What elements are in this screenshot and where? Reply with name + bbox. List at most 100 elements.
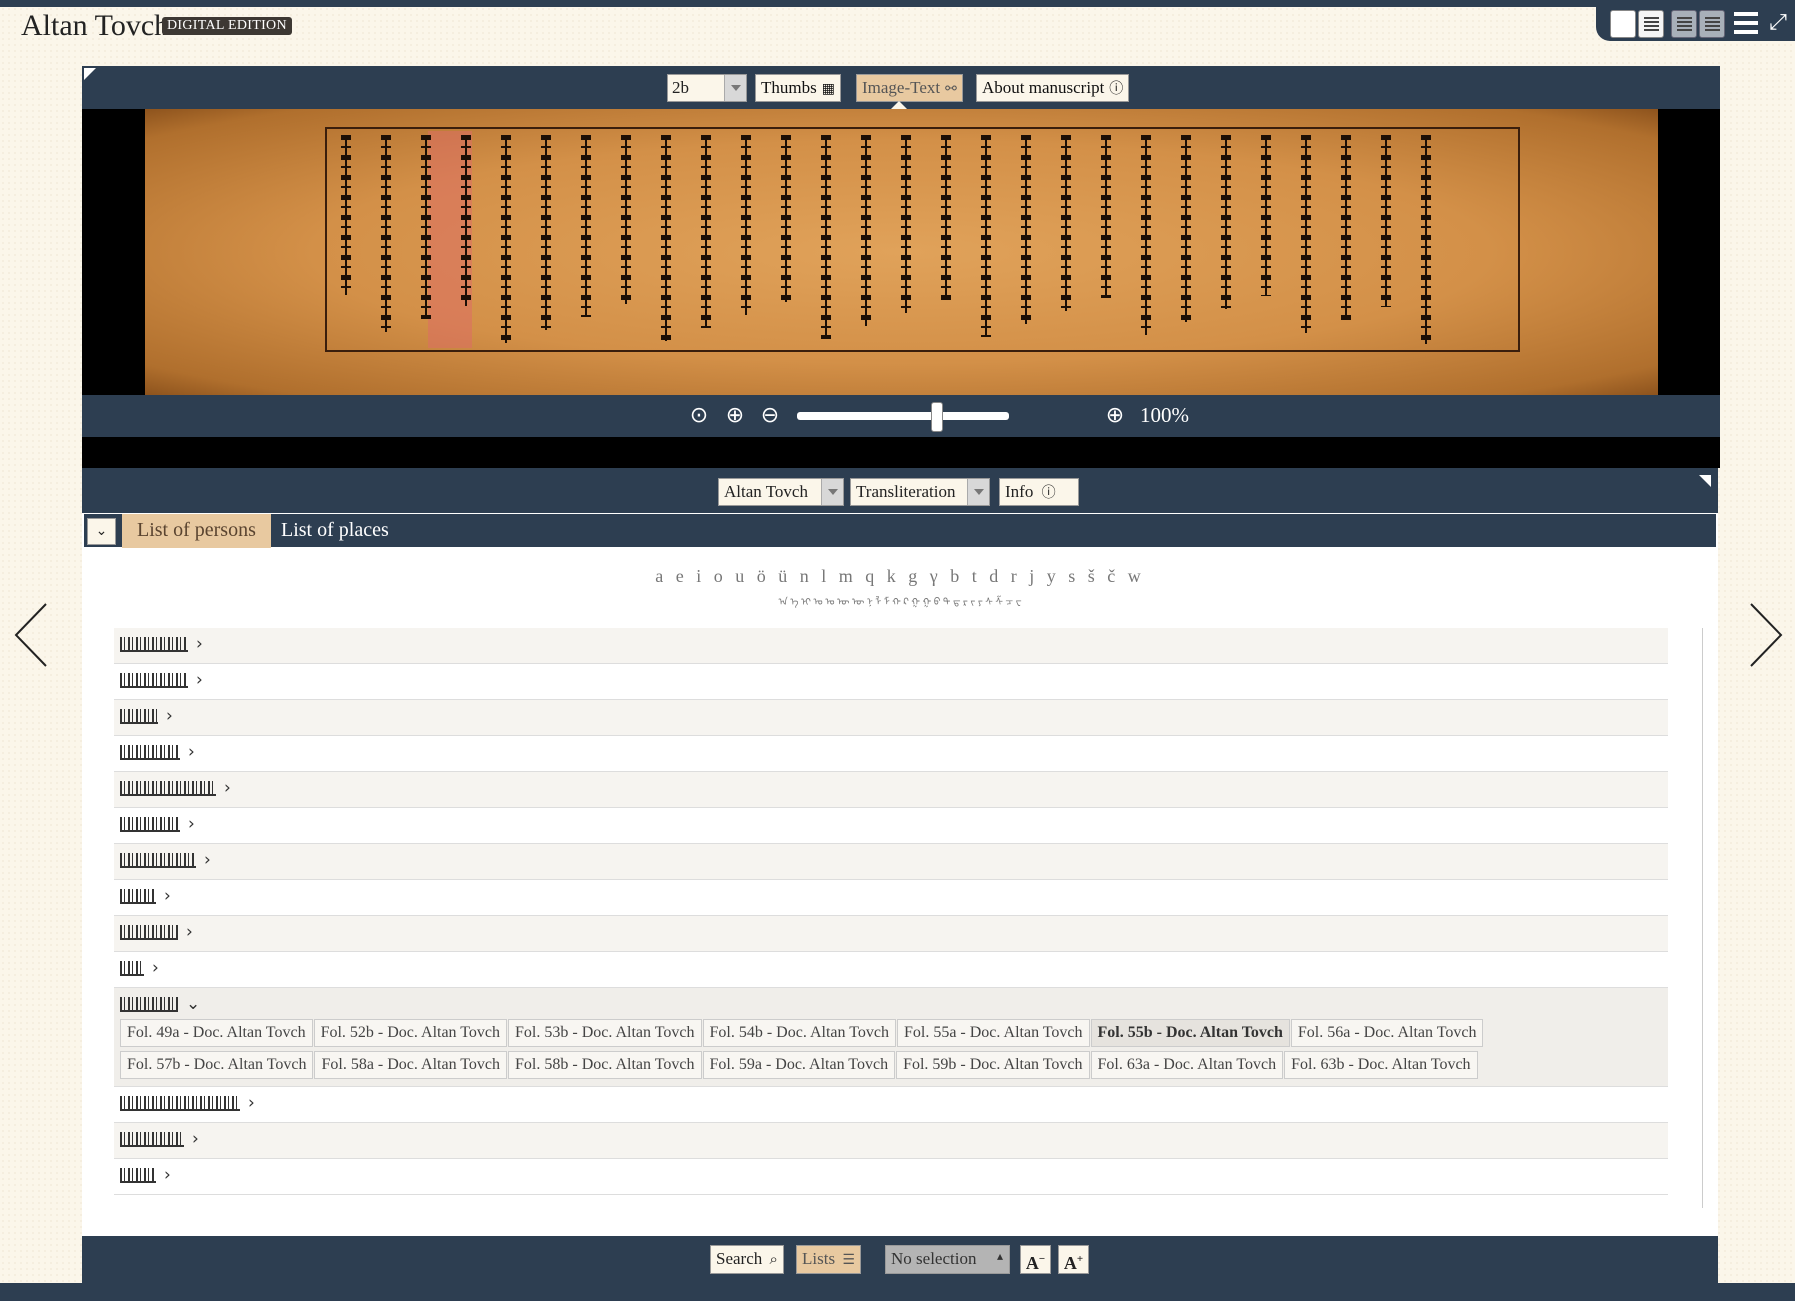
folio-link[interactable]: Fol. 55b - Doc. Altan Tovch: [1090, 1019, 1290, 1047]
person-row[interactable]: ›: [114, 844, 1668, 880]
document-select[interactable]: Altan Tovch: [718, 478, 844, 506]
page-select[interactable]: 2b: [667, 74, 747, 102]
chevron-right-icon[interactable]: ›: [192, 1129, 199, 1149]
view-image-text-button[interactable]: [1638, 10, 1664, 38]
zoom-level: 100%: [1140, 403, 1189, 427]
view-image-only-button[interactable]: [1610, 10, 1636, 38]
font-increase-button[interactable]: A+: [1058, 1245, 1089, 1274]
about-manuscript-button[interactable]: About manuscript ⓘ: [976, 74, 1130, 102]
lists-button[interactable]: Lists ☰: [796, 1245, 861, 1274]
chevron-right-icon[interactable]: ›: [166, 706, 173, 726]
chevron-right-icon[interactable]: ›: [164, 886, 171, 906]
mode-select[interactable]: Transliteration: [850, 478, 990, 506]
person-row[interactable]: ›: [114, 1159, 1668, 1195]
thumbs-button[interactable]: Thumbs ▦: [755, 74, 841, 102]
person-name-script: [120, 817, 180, 832]
panel-resize-handle[interactable]: [1699, 475, 1711, 487]
script-column: [861, 135, 871, 326]
zoom-out-icon[interactable]: ⊖: [757, 403, 783, 429]
script-column: [981, 135, 991, 337]
next-page-arrow-icon[interactable]: [1745, 600, 1785, 670]
folio-link[interactable]: Fol. 52b - Doc. Altan Tovch: [313, 1019, 508, 1047]
script-column: [581, 135, 591, 317]
zoom-fit-icon[interactable]: ⊕: [722, 403, 748, 429]
view-text-text-button[interactable]: [1699, 10, 1725, 38]
document-select-value: Altan Tovch: [724, 482, 808, 501]
previous-page-arrow-icon[interactable]: [12, 600, 52, 670]
dropdown-arrow-icon: [724, 75, 746, 101]
folio-link[interactable]: Fol. 63a - Doc. Altan Tovch: [1090, 1051, 1284, 1079]
person-row[interactable]: ›: [114, 808, 1668, 844]
folio-link[interactable]: Fol. 56a - Doc. Altan Tovch: [1290, 1019, 1484, 1047]
script-column: [941, 135, 951, 300]
chevron-right-icon[interactable]: ›: [196, 634, 203, 654]
script-column: [541, 135, 551, 330]
folio-link[interactable]: Fol. 59a - Doc. Altan Tovch: [702, 1051, 896, 1079]
zoom-in-icon[interactable]: ⊕: [1102, 403, 1128, 429]
grid-icon: ▦: [821, 81, 835, 97]
folio-link[interactable]: Fol. 59b - Doc. Altan Tovch: [896, 1051, 1090, 1079]
chevron-right-icon[interactable]: ›: [248, 1093, 255, 1113]
person-row[interactable]: ›: [114, 880, 1668, 916]
collapse-icon[interactable]: ⌄: [87, 518, 116, 545]
panel-resize-handle[interactable]: [84, 68, 96, 80]
tab-list-of-persons[interactable]: List of persons: [122, 514, 271, 548]
script-column: [661, 135, 671, 341]
zoom-slider[interactable]: [797, 412, 1009, 420]
chevron-down-icon[interactable]: ⌄: [186, 994, 200, 1014]
person-row[interactable]: ›: [114, 916, 1668, 952]
tab-list-of-places[interactable]: List of places: [266, 514, 404, 548]
zoom-reset-icon[interactable]: ⊙: [686, 403, 712, 429]
alphabet-filter-latin[interactable]: a e i o u ö ü n l m q k g γ b t d r j y …: [82, 566, 1718, 587]
tabs-bar: ⌄ List of persons List of places: [84, 513, 1716, 548]
zoom-slider-handle[interactable]: [930, 402, 943, 432]
image-toolbar: 2b Thumbs ▦ Image-Text ⚯ About manuscript ⓘ: [82, 66, 1720, 109]
person-row[interactable]: ›: [114, 1087, 1668, 1123]
chevron-right-icon[interactable]: ›: [164, 1165, 171, 1185]
view-text-only-button[interactable]: [1671, 10, 1697, 38]
chevron-right-icon[interactable]: ›: [196, 670, 203, 690]
person-name-script: [120, 997, 178, 1012]
person-row[interactable]: ›: [114, 772, 1668, 808]
person-row[interactable]: ›: [114, 1123, 1668, 1159]
person-row[interactable]: ›: [114, 700, 1668, 736]
chevron-right-icon[interactable]: ›: [188, 742, 195, 762]
person-row[interactable]: ⌄ Fol. 49a - Doc. Altan Tovch Fol. 52b - D…: [114, 988, 1668, 1087]
folio-link[interactable]: Fol. 53b - Doc. Altan Tovch: [508, 1019, 702, 1047]
chevron-right-icon[interactable]: ›: [188, 814, 195, 834]
manuscript-page-image[interactable]: [145, 109, 1658, 395]
folio-link[interactable]: Fol. 54b - Doc. Altan Tovch: [702, 1019, 896, 1047]
person-row[interactable]: ›: [114, 664, 1668, 700]
chevron-right-icon[interactable]: ›: [204, 850, 211, 870]
selection-select[interactable]: No selection ▴: [885, 1245, 1010, 1274]
zoom-bar: ⊙ ⊕ ⊖ ⊕ 100%: [82, 395, 1720, 437]
hamburger-menu-icon[interactable]: [1734, 12, 1758, 34]
fullscreen-icon[interactable]: ⤢: [1766, 11, 1790, 35]
folio-link[interactable]: Fol. 57b - Doc. Altan Tovch: [120, 1051, 314, 1079]
person-row[interactable]: ›: [114, 736, 1668, 772]
person-name-script: [120, 637, 188, 652]
script-column: [421, 135, 431, 319]
person-name-script: [120, 853, 196, 868]
alphabet-filter-script[interactable]: ᠠ ᠡ ᠢ ᠣ ᠤ ᠥ ᠦ ᠨ ᠯ ᠮ ᠬ ᠺ ᠭ ᠭ ᠪ ᠲ ᠳ ᠷ ᠵ ᠶ …: [82, 590, 1718, 608]
chevron-right-icon[interactable]: ›: [152, 958, 159, 978]
person-row[interactable]: ›: [114, 952, 1668, 988]
person-row[interactable]: ›: [114, 628, 1668, 664]
font-decrease-button[interactable]: A−: [1020, 1245, 1051, 1274]
chevron-right-icon[interactable]: ›: [224, 778, 231, 798]
person-name-script: [120, 1132, 184, 1147]
scrollbar[interactable]: [1702, 628, 1703, 1208]
folio-link[interactable]: Fol. 49a - Doc. Altan Tovch: [120, 1019, 313, 1047]
link-icon: ⚯: [945, 81, 957, 97]
person-name-script: [120, 745, 180, 760]
image-text-button[interactable]: Image-Text ⚯: [856, 74, 963, 102]
folio-link[interactable]: Fol. 63b - Doc. Altan Tovch: [1284, 1051, 1478, 1079]
list-icon: ☰: [842, 1252, 855, 1268]
person-name-script: [120, 1096, 240, 1111]
info-button[interactable]: Info ⓘ: [999, 478, 1079, 506]
folio-link[interactable]: Fol. 58b - Doc. Altan Tovch: [508, 1051, 702, 1079]
search-button[interactable]: Search ⌕: [710, 1245, 784, 1274]
chevron-right-icon[interactable]: ›: [186, 922, 193, 942]
folio-link[interactable]: Fol. 58a - Doc. Altan Tovch: [314, 1051, 508, 1079]
folio-link[interactable]: Fol. 55a - Doc. Altan Tovch: [896, 1019, 1090, 1047]
